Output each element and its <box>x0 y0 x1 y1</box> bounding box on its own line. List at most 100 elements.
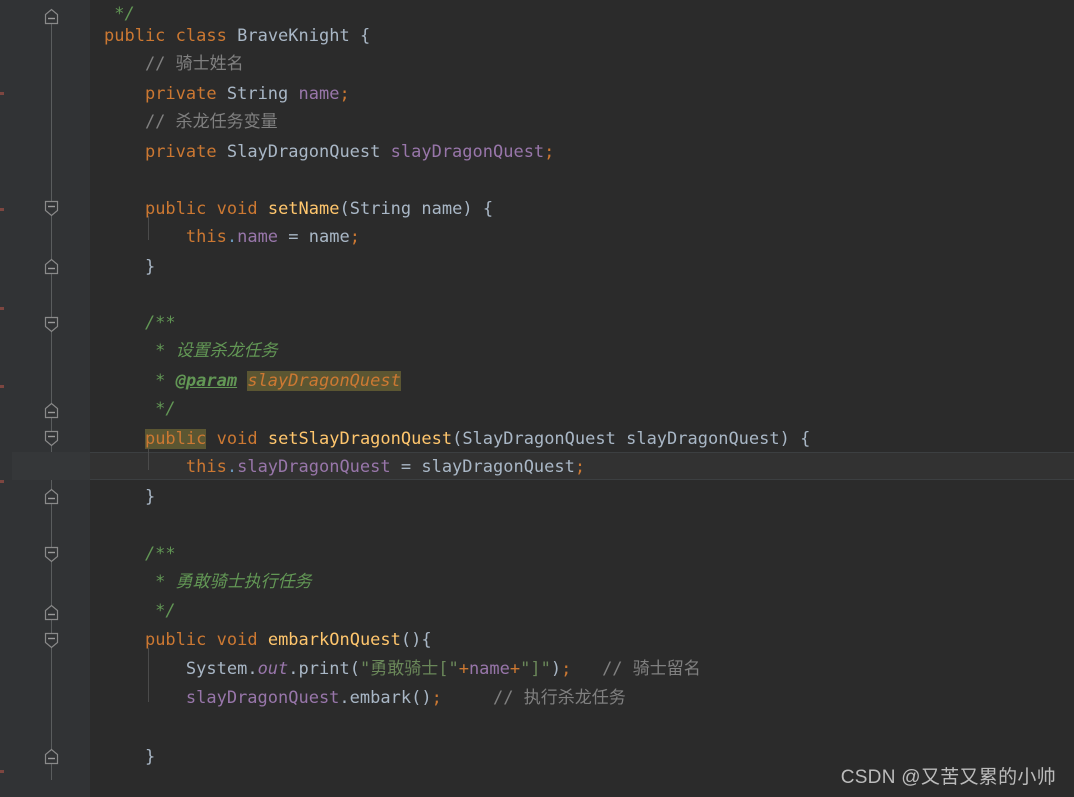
code-token-pun <box>104 747 145 767</box>
code-token-cls: print <box>298 659 350 679</box>
code-token-doc: * 设置杀龙任务 <box>104 341 278 361</box>
code-line[interactable]: /** <box>104 309 176 337</box>
code-token-pun <box>411 199 421 219</box>
code-token-fld: slayDragonQuest <box>185 688 340 708</box>
code-token-brace: { <box>800 429 811 449</box>
code-token-doc: /** <box>104 313 176 333</box>
editor-gutter[interactable] <box>12 0 90 797</box>
code-token-doc: * <box>104 371 176 391</box>
code-token-pun <box>217 84 227 104</box>
code-line[interactable]: // 骑士姓名 <box>104 50 244 78</box>
fold-collapse-up-icon[interactable] <box>43 258 60 275</box>
fold-collapse-down-icon[interactable] <box>43 430 60 447</box>
code-token-fld: name <box>468 659 510 679</box>
code-line[interactable]: */ <box>104 395 175 423</box>
code-token-kw: this <box>185 227 227 247</box>
code-line[interactable]: */ <box>104 597 176 625</box>
code-token-pun: = <box>390 457 422 477</box>
fold-collapse-up-icon[interactable] <box>43 488 60 505</box>
code-line[interactable]: public void embarkOnQuest(){ <box>104 626 432 654</box>
code-token-mth: embarkOnQuest <box>267 630 401 650</box>
code-token-fld: name <box>237 227 279 247</box>
code-token-cmt: // 骑士留名 <box>571 659 701 679</box>
code-line[interactable]: slayDragonQuest.embark(); // 执行杀龙任务 <box>104 684 626 712</box>
fold-collapse-up-icon[interactable] <box>43 604 60 621</box>
code-token-cmt: // 骑士姓名 <box>104 54 244 74</box>
code-token-cls: SlayDragonQuest <box>226 142 381 162</box>
code-token-pun <box>104 688 186 708</box>
code-token-kw: void <box>216 429 258 449</box>
fold-collapse-down-icon[interactable] <box>43 632 60 649</box>
fold-collapse-down-icon[interactable] <box>43 200 60 217</box>
code-line[interactable]: System.out.print("勇敢骑士["+name+"]"); // 骑… <box>104 655 701 683</box>
code-token-pun: () <box>411 688 432 708</box>
code-token-pun: slayDragonQuest <box>626 429 780 449</box>
code-token-pun <box>217 142 227 162</box>
code-line[interactable]: private SlayDragonQuest slayDragonQuest; <box>104 138 554 166</box>
fold-region-line <box>51 20 52 780</box>
code-token-cls: System <box>185 659 248 679</box>
code-line[interactable]: public void setName(String name) { <box>104 195 493 223</box>
code-line[interactable]: } <box>104 483 155 511</box>
code-line[interactable]: } <box>104 743 155 771</box>
code-line[interactable]: * 勇敢骑士执行任务 <box>104 568 311 596</box>
error-stripe-mark[interactable] <box>0 385 4 388</box>
code-token-doc <box>237 371 247 391</box>
code-surface[interactable]: */ public class BraveKnight { // 骑士姓名 pri… <box>90 0 1074 797</box>
code-token-pun <box>104 199 145 219</box>
error-stripe-mark[interactable] <box>0 480 4 483</box>
code-token-cls: SlayDragonQuest <box>462 429 616 449</box>
fold-collapse-up-icon[interactable] <box>43 8 60 25</box>
error-stripe-mark[interactable] <box>0 770 4 773</box>
code-token-kw: ; <box>544 142 555 162</box>
code-token-pun <box>104 659 186 679</box>
code-token-str: "勇敢骑士[" <box>359 659 459 679</box>
code-token-pun: ( <box>452 429 463 449</box>
code-editor[interactable]: */ public class BraveKnight { // 骑士姓名 pri… <box>0 0 1074 797</box>
code-line[interactable]: this.slayDragonQuest = slayDragonQuest; <box>104 453 585 481</box>
code-token-cls: BraveKnight <box>237 26 350 46</box>
code-line[interactable]: } <box>104 253 155 281</box>
code-token-doc: */ <box>104 601 176 621</box>
code-token-pun <box>288 84 298 104</box>
code-line[interactable]: // 杀龙任务变量 <box>104 108 278 136</box>
code-token-mth: setName <box>267 199 340 219</box>
code-token-cmt: // 杀龙任务变量 <box>104 112 278 132</box>
code-line[interactable]: public void setSlayDragonQuest(SlayDrago… <box>104 425 810 453</box>
code-token-cls: String <box>226 84 289 104</box>
code-token-kw: + <box>458 659 469 679</box>
error-stripe-mark[interactable] <box>0 307 4 310</box>
code-token-pun <box>104 84 145 104</box>
code-token-kw: ; <box>561 659 572 679</box>
code-token-kw: public <box>144 199 207 219</box>
code-line[interactable]: /** <box>104 540 176 568</box>
code-token-kw: ; <box>339 84 350 104</box>
error-stripe-mark[interactable] <box>0 208 4 211</box>
code-token-pun <box>104 142 145 162</box>
code-token-pun: . <box>247 659 258 679</box>
code-line[interactable]: this.name = name; <box>104 223 360 251</box>
code-token-pun <box>616 429 626 449</box>
code-token-pun <box>104 4 114 24</box>
fold-collapse-up-icon[interactable] <box>43 748 60 765</box>
fold-collapse-up-icon[interactable] <box>43 402 60 419</box>
code-token-pun <box>380 142 390 162</box>
code-line[interactable]: public class BraveKnight { <box>104 22 370 50</box>
code-token-kw-hl: public <box>144 429 207 449</box>
code-token-pun <box>258 630 268 650</box>
code-token-pun <box>258 199 268 219</box>
code-token-pun <box>104 257 145 277</box>
code-line[interactable]: * @param slayDragonQuest <box>104 367 401 395</box>
fold-collapse-down-icon[interactable] <box>43 316 60 333</box>
code-line[interactable]: private String name; <box>104 80 350 108</box>
fold-collapse-down-icon[interactable] <box>43 546 60 563</box>
error-stripe-column[interactable] <box>0 0 12 797</box>
code-token-brace: } <box>144 747 156 767</box>
error-stripe-mark[interactable] <box>0 92 4 95</box>
code-line[interactable]: * 设置杀龙任务 <box>104 337 278 365</box>
code-token-pun <box>104 630 145 650</box>
code-token-kw: class <box>175 26 227 46</box>
code-token-doc-tag: @param <box>175 371 238 391</box>
code-token-cmt: // 执行杀龙任务 <box>441 688 626 708</box>
code-token-kw: private <box>144 84 217 104</box>
